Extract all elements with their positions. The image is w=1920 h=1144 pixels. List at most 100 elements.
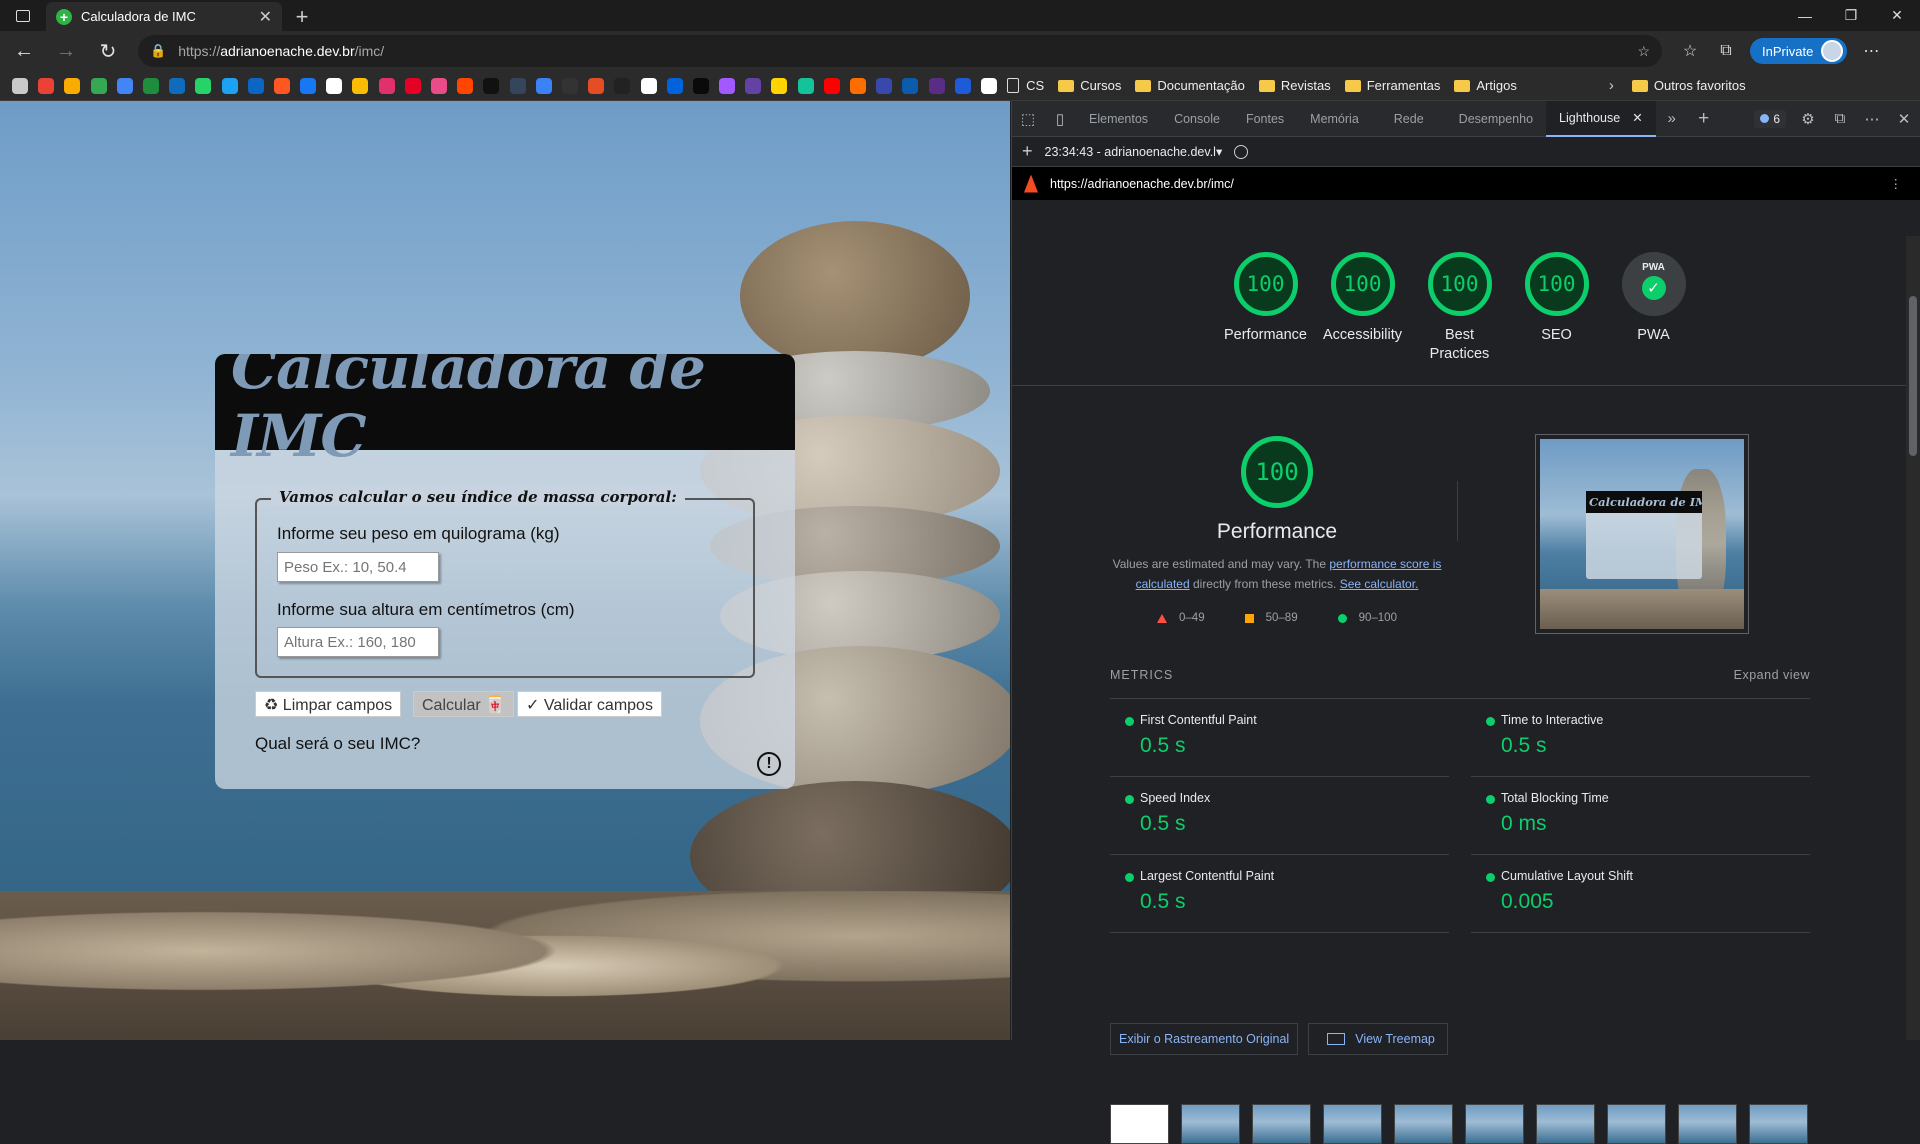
new-tab-button[interactable]: + [282, 2, 322, 31]
weight-input[interactable] [277, 552, 439, 582]
close-window-button[interactable]: ✕ [1874, 0, 1920, 31]
tab-console[interactable]: Console [1161, 101, 1233, 137]
view-original-trace-button[interactable]: Exibir o Rastreamento Original [1110, 1023, 1299, 1055]
favorite-site-icon[interactable] [850, 77, 866, 94]
collections-icon[interactable]: ⧉ [1708, 35, 1744, 67]
favorite-site-icon[interactable] [221, 77, 238, 94]
favorite-site-icon[interactable] [797, 77, 814, 94]
gauge-performance[interactable]: 100 Performance [1224, 252, 1307, 385]
clear-fields-button[interactable]: ♻ Limpar campos [255, 691, 402, 717]
view-treemap-button[interactable]: View Treemap [1308, 1023, 1448, 1055]
favorite-site-icon[interactable] [535, 77, 552, 94]
issues-badge[interactable]: 6 [1754, 109, 1786, 128]
report-menu-icon[interactable]: ⋮ [1890, 176, 1903, 191]
favorite-site-icon[interactable] [614, 77, 631, 94]
more-options-icon[interactable]: ⋯ [1856, 101, 1888, 137]
gauge-seo[interactable]: 100 SEO [1524, 252, 1589, 385]
favorite-site-icon[interactable] [352, 77, 369, 94]
favorite-site-icon[interactable] [561, 77, 578, 94]
final-screenshot[interactable]: Calculadora de IMC [1535, 434, 1749, 634]
favorite-site-icon[interactable] [902, 77, 919, 94]
expand-view-toggle[interactable]: Expand view [1734, 668, 1810, 682]
favorite-cs[interactable]: CS [1026, 78, 1044, 93]
report-select[interactable]: 23:34:43 - adrianoenache.dev.l▾ [1045, 144, 1223, 159]
new-report-icon[interactable]: + [1022, 141, 1033, 162]
favorite-site-icon[interactable] [509, 77, 526, 94]
forward-button[interactable]: → [48, 35, 84, 67]
minimize-button[interactable]: — [1782, 0, 1828, 31]
favorite-site-icon[interactable] [273, 77, 290, 94]
tab-desempenho[interactable]: Desempenho [1446, 101, 1546, 137]
address-bar[interactable]: 🔒 https://adrianoenache.dev.br/imc/ ☆ [138, 35, 1662, 67]
favorite-folder-ferramentas[interactable]: Ferramentas [1344, 78, 1440, 93]
favorite-site-icon[interactable] [38, 77, 55, 94]
favorite-folder-documentacao[interactable]: Documentação [1135, 78, 1245, 93]
lock-icon[interactable]: 🔒 [150, 43, 166, 59]
favorite-site-icon[interactable] [876, 77, 893, 94]
favorite-site-icon[interactable] [666, 77, 683, 94]
favorite-folder-cursos[interactable]: Cursos [1058, 78, 1121, 93]
browser-tab[interactable]: + Calculadora de IMC ✕ [46, 2, 282, 31]
dock-icon[interactable]: ⧉ [1824, 101, 1856, 137]
favorite-site-icon[interactable] [326, 77, 343, 94]
favorite-site-icon[interactable] [142, 77, 159, 94]
chevron-right-icon[interactable]: › [1609, 77, 1614, 94]
tab-fontes[interactable]: Fontes [1233, 101, 1297, 137]
favorite-site-icon[interactable] [431, 77, 447, 94]
favorite-site-icon[interactable] [169, 77, 186, 94]
favorite-folder-artigos[interactable]: Artigos [1454, 78, 1517, 93]
favorite-site-icon[interactable] [588, 77, 605, 94]
favorite-site-icon[interactable] [116, 77, 133, 94]
settings-gear-icon[interactable]: ⚙ [1792, 101, 1824, 137]
favorite-site-icon[interactable] [300, 77, 317, 94]
favorite-site-icon[interactable] [928, 77, 945, 94]
validate-fields-button[interactable]: ✓ Validar campos [517, 691, 662, 717]
favorite-site-icon[interactable] [12, 77, 28, 94]
gauge-pwa[interactable]: PWA ✓ PWA [1621, 252, 1686, 385]
gauge-best-practices[interactable]: 100 Best Practices [1427, 252, 1492, 385]
favorite-folder-revistas[interactable]: Revistas [1258, 78, 1331, 93]
favorite-site-icon[interactable] [247, 77, 264, 94]
reload-button[interactable]: ↻ [90, 35, 126, 67]
restore-button[interactable]: ❐ [1828, 0, 1874, 31]
favorite-site-icon[interactable] [771, 77, 788, 94]
add-tab-icon[interactable]: + [1688, 101, 1720, 137]
back-button[interactable]: ← [6, 35, 42, 67]
inprivate-button[interactable]: InPrivate [1750, 38, 1848, 64]
settings-menu-icon[interactable]: ⋯ [1853, 35, 1889, 67]
favorite-site-icon[interactable] [980, 77, 997, 94]
favorite-site-icon[interactable] [457, 77, 474, 94]
favorite-site-icon[interactable] [640, 77, 657, 94]
favorite-site-icon[interactable] [378, 77, 395, 94]
favorite-site-icon[interactable] [483, 77, 500, 94]
report-scrollbar[interactable] [1906, 236, 1920, 1040]
tab-memoria[interactable]: Memória [1297, 101, 1372, 137]
clear-reports-icon[interactable] [1234, 144, 1249, 159]
tab-close-icon[interactable]: ✕ [259, 7, 272, 27]
favorite-site-icon[interactable] [692, 77, 709, 94]
tab-elementos[interactable]: Elementos [1076, 101, 1161, 137]
tab-lighthouse[interactable]: Lighthouse ✕ [1546, 100, 1656, 137]
close-tab-icon[interactable]: ✕ [1632, 110, 1642, 125]
favorite-site-icon[interactable] [745, 77, 762, 94]
favorite-site-icon[interactable] [404, 77, 421, 94]
favorite-site-icon[interactable] [823, 77, 840, 94]
add-favorite-icon[interactable]: ☆ [1637, 43, 1650, 60]
favorite-site-icon[interactable] [719, 77, 736, 94]
close-devtools-icon[interactable]: ✕ [1888, 101, 1920, 137]
scrollbar-thumb[interactable] [1909, 296, 1917, 456]
favorite-site-icon[interactable] [64, 77, 81, 94]
gauge-accessibility[interactable]: 100 Accessibility [1323, 252, 1402, 385]
tab-rede[interactable]: Rede [1372, 101, 1446, 137]
tab-actions-button[interactable] [0, 0, 46, 31]
favorite-folder-outros[interactable]: Outros favoritos [1631, 78, 1746, 93]
calculate-button[interactable]: Calcular 🀄 [413, 691, 515, 717]
favorite-site-icon[interactable] [954, 77, 971, 94]
device-toolbar-icon[interactable]: ▯ [1044, 101, 1076, 137]
favorite-site-icon[interactable] [195, 77, 212, 94]
inspect-element-icon[interactable]: ⬚ [1012, 101, 1044, 137]
see-calculator-link[interactable]: See calculator. [1340, 577, 1419, 591]
favorite-site-icon[interactable] [90, 77, 107, 94]
more-tabs-icon[interactable]: » [1656, 101, 1688, 137]
favorites-icon[interactable]: ☆ [1672, 35, 1708, 67]
